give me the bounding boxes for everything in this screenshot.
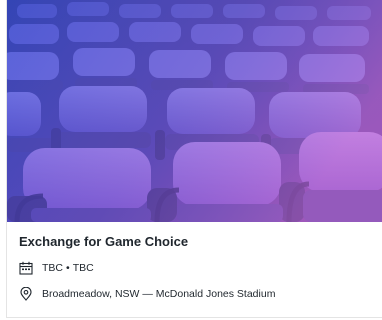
event-location-row: Broadmeadow, NSW — McDonald Jones Stadiu… [19, 286, 372, 302]
event-title[interactable]: Exchange for Game Choice [19, 234, 372, 250]
event-image[interactable] [7, 0, 382, 222]
event-card[interactable]: Exchange for Game Choice TBC • TBC Broad… [6, 0, 382, 318]
calendar-icon [19, 261, 33, 275]
event-time: TBC [72, 262, 94, 274]
date-time-separator: • [66, 262, 70, 274]
event-location: Broadmeadow, NSW — McDonald Jones Stadiu… [42, 288, 276, 300]
event-date-row: TBC • TBC [19, 260, 372, 276]
location-pin-icon [19, 287, 33, 301]
event-details: Exchange for Game Choice TBC • TBC Broad… [19, 234, 372, 302]
event-date: TBC [42, 262, 63, 274]
